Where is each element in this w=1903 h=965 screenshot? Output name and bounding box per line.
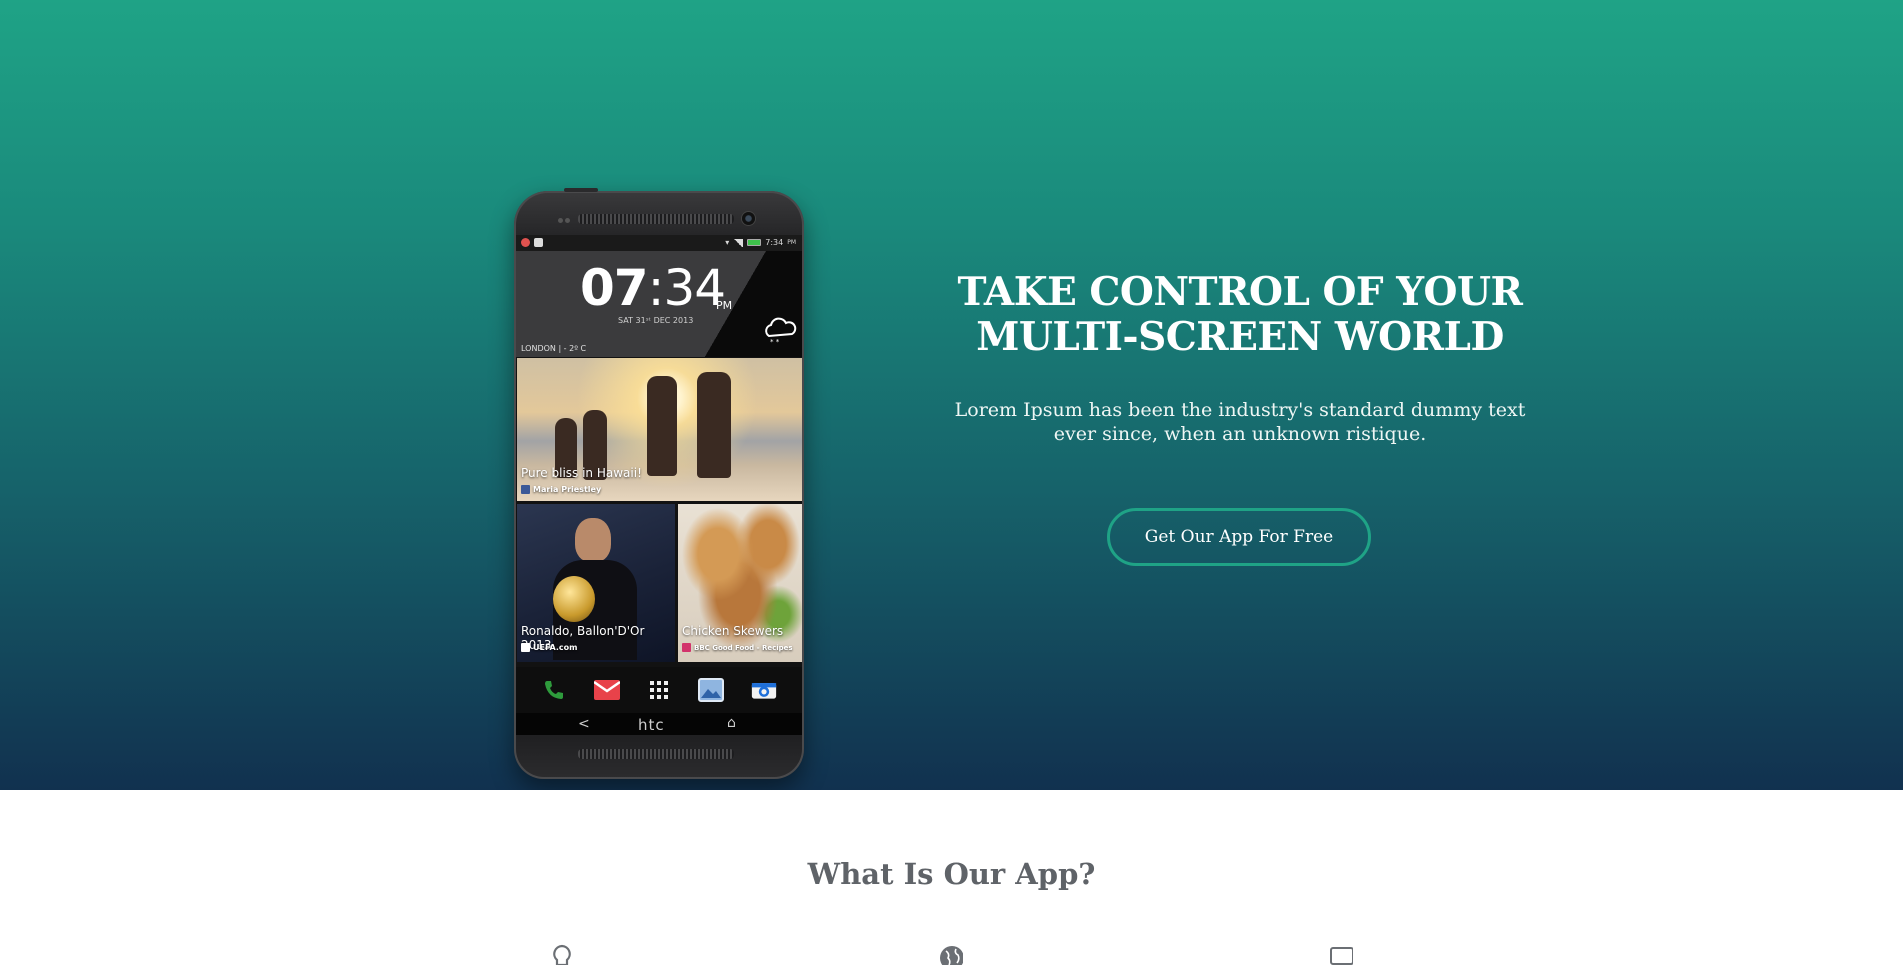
cloud-snow-icon: * * xyxy=(765,317,797,345)
brand-logo: htc xyxy=(638,716,665,734)
hero-subtitle: Lorem Ipsum has been the industry's stan… xyxy=(940,398,1540,446)
tile-caption: Chicken Skewers xyxy=(682,624,784,638)
phone-screen: ▾ 7:34 PM 07:34 PM SAT 31ˢᵗ DEC 2013 LON… xyxy=(516,235,802,735)
get-app-button[interactable]: Get Our App For Free xyxy=(1107,508,1371,566)
hero-section: ▾ 7:34 PM 07:34 PM SAT 31ˢᵗ DEC 2013 LON… xyxy=(0,0,1903,790)
hero-title-line-2: MULTI-SCREEN WORLD xyxy=(976,314,1504,360)
hero-subtitle-line-2: ever since, when an unknown ristique. xyxy=(1053,423,1427,445)
wifi-icon: ▾ xyxy=(725,238,730,247)
apps-grid-icon[interactable] xyxy=(646,678,672,702)
tile-source-label: Maria Priestley xyxy=(533,485,602,494)
section-title: What Is Our App? xyxy=(807,857,1096,891)
hero-title-line-1: TAKE CONTROL OF YOUR xyxy=(957,269,1523,315)
feed-tile-ronaldo[interactable]: Ronaldo, Ballon'D'Or 2013 UEFA.com xyxy=(517,504,675,662)
clock-time: 07:34 xyxy=(580,259,726,317)
trophy-ball xyxy=(553,576,595,622)
tile-source: UEFA.com xyxy=(521,643,577,652)
back-button[interactable]: < xyxy=(578,716,590,732)
gmail-icon xyxy=(534,238,543,247)
hero-subtitle-line-1: Lorem Ipsum has been the industry's stan… xyxy=(954,399,1526,421)
battery-icon xyxy=(747,239,762,246)
sensor-dots xyxy=(558,218,572,223)
signal-icon xyxy=(733,238,744,247)
tile-source-label: BBC Good Food - Recipes xyxy=(694,643,793,652)
lightbulb-icon xyxy=(550,943,574,965)
mail-icon[interactable] xyxy=(593,678,620,702)
phone-icon[interactable] xyxy=(541,678,567,702)
clock-location: LONDON | - 2º C xyxy=(521,344,587,353)
tile-caption: Pure bliss in Hawaii! xyxy=(521,466,642,480)
power-button xyxy=(564,188,598,192)
status-ampm: PM xyxy=(787,239,796,246)
portrait-head xyxy=(575,518,611,562)
uefa-icon xyxy=(521,643,530,652)
home-button[interactable]: ⌂ xyxy=(727,715,736,731)
clock-widget[interactable]: 07:34 PM SAT 31ˢᵗ DEC 2013 LONDON | - 2º… xyxy=(516,251,802,357)
app-dock xyxy=(516,667,802,713)
camera-icon[interactable] xyxy=(751,678,777,702)
svg-text:* *: * * xyxy=(770,338,780,345)
tile-source: BBC Good Food - Recipes xyxy=(682,643,793,652)
gallery-icon[interactable] xyxy=(698,678,725,702)
top-speaker-grille xyxy=(578,214,734,224)
clock-hours: 07 xyxy=(580,259,649,317)
feed-tile-beach[interactable]: Pure bliss in Hawaii! Maria Priestley xyxy=(517,358,802,501)
hero-title: TAKE CONTROL OF YOUR MULTI-SCREEN WORLD xyxy=(940,270,1540,360)
tile-source: Maria Priestley xyxy=(521,485,601,494)
feed-tile-food[interactable]: Chicken Skewers BBC Good Food - Recipes xyxy=(678,504,802,662)
desktop-icon xyxy=(1329,943,1353,965)
nav-bar: < htc ⌂ xyxy=(516,713,802,735)
front-camera xyxy=(742,212,755,225)
status-bar: ▾ 7:34 PM xyxy=(516,235,802,251)
facebook-icon xyxy=(521,485,530,494)
globe-icon xyxy=(939,943,963,965)
tile-source-label: UEFA.com xyxy=(533,643,578,652)
phone-mockup: ▾ 7:34 PM 07:34 PM SAT 31ˢᵗ DEC 2013 LON… xyxy=(514,188,804,779)
notification-icon xyxy=(521,238,530,247)
clock-date: SAT 31ˢᵗ DEC 2013 xyxy=(618,316,694,325)
clock-ampm: PM xyxy=(716,299,733,312)
bbc-good-food-icon xyxy=(682,643,691,652)
bottom-speaker-grille xyxy=(578,749,734,759)
status-time: 7:34 xyxy=(765,238,784,247)
